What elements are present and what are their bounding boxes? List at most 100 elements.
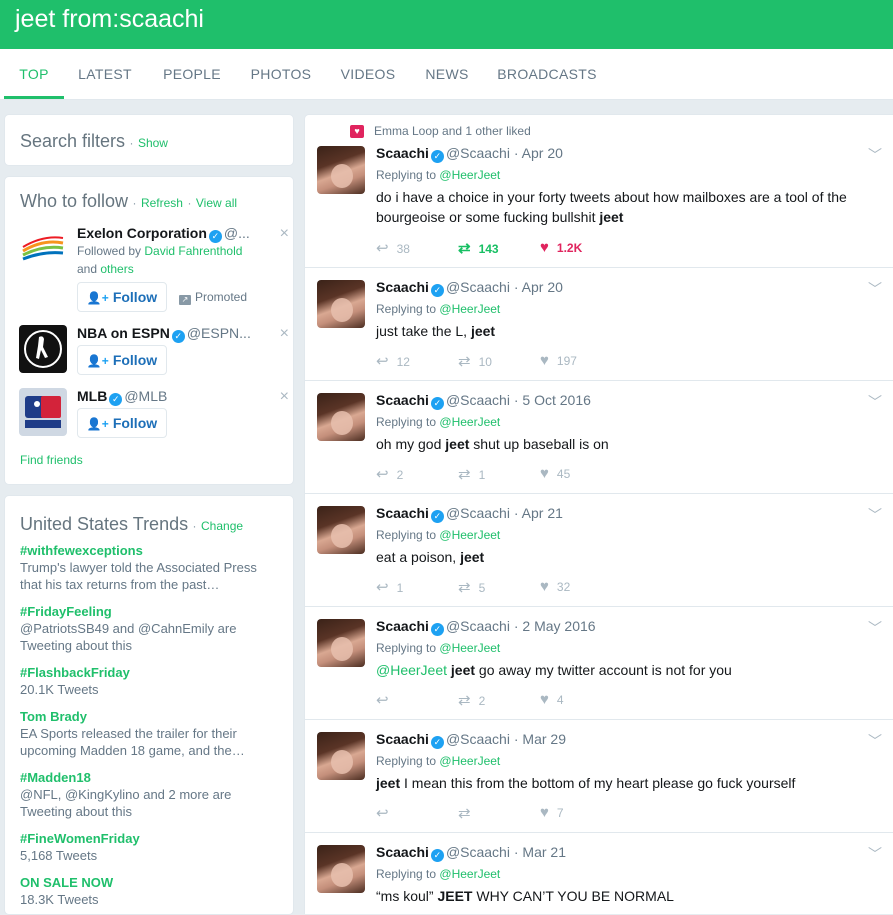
tweet-timestamp[interactable]: · Apr 21 bbox=[514, 505, 563, 521]
follow-button[interactable]: 👤+ Follow bbox=[77, 282, 167, 312]
exelon-logo-avatar[interactable] bbox=[19, 225, 67, 273]
tweet-author-handle[interactable]: @Scaachi bbox=[446, 844, 510, 860]
retweet-button[interactable]: ⇄ 5 bbox=[458, 578, 485, 596]
like-button[interactable]: ♥ 32 bbox=[540, 578, 570, 595]
replying-to-link[interactable]: @HeerJeet bbox=[439, 302, 500, 316]
trend-name[interactable]: #FineWomenFriday bbox=[20, 830, 280, 847]
avatar[interactable] bbox=[317, 506, 365, 554]
replying-to-link[interactable]: @HeerJeet bbox=[439, 641, 500, 655]
tweet-author-name[interactable]: Scaachi bbox=[376, 844, 429, 860]
tab-news[interactable]: NEWS bbox=[418, 49, 476, 99]
tweet[interactable]: Scaachi ✓ @Scaachi · 2 May 2016 ﹀ Replying… bbox=[305, 607, 893, 720]
trend-name[interactable]: #FlashbackFriday bbox=[20, 664, 280, 681]
retweet-button[interactable]: ⇄ bbox=[458, 804, 479, 822]
tweet-author-name[interactable]: Scaachi bbox=[376, 731, 429, 747]
trend-item[interactable]: ON SALE NOW 18.3K Tweets bbox=[20, 874, 280, 908]
replying-to-link[interactable]: @HeerJeet bbox=[439, 168, 500, 182]
retweet-button[interactable]: ⇄ 1 bbox=[458, 465, 485, 483]
tab-videos[interactable]: VIDEOS bbox=[334, 49, 402, 99]
like-button[interactable]: ♥ 45 bbox=[540, 465, 570, 482]
reply-button[interactable]: ↩ bbox=[376, 804, 397, 822]
trend-name[interactable]: #FridayFeeling bbox=[20, 603, 280, 620]
followed-by-user-link[interactable]: David Fahrenthold bbox=[144, 244, 242, 258]
tab-photos[interactable]: PHOTOS bbox=[244, 49, 318, 99]
chevron-down-icon[interactable]: ﹀ bbox=[868, 505, 882, 525]
chevron-down-icon[interactable]: ﹀ bbox=[868, 392, 882, 412]
replying-to-link[interactable]: @HeerJeet bbox=[439, 528, 500, 542]
tab-top[interactable]: TOP bbox=[4, 49, 64, 99]
retweet-button[interactable]: ⇄ 10 bbox=[458, 352, 492, 370]
close-icon[interactable]: × bbox=[280, 388, 289, 406]
avatar[interactable] bbox=[317, 146, 365, 194]
tweet-timestamp[interactable]: · 5 Oct 2016 bbox=[514, 392, 591, 408]
like-button[interactable]: ♥ 197 bbox=[540, 352, 577, 369]
tweet-author-handle[interactable]: @Scaachi bbox=[446, 731, 510, 747]
tweet-author-handle[interactable]: @Scaachi bbox=[446, 618, 510, 634]
avatar[interactable] bbox=[317, 845, 365, 893]
refresh-link[interactable]: Refresh bbox=[141, 196, 183, 210]
trend-item[interactable]: #FlashbackFriday 20.1K Tweets bbox=[20, 664, 280, 698]
chevron-down-icon[interactable]: ﹀ bbox=[868, 145, 882, 165]
tab-latest[interactable]: LATEST bbox=[72, 49, 138, 99]
trend-name[interactable]: Tom Brady bbox=[20, 708, 280, 725]
avatar[interactable] bbox=[317, 619, 365, 667]
mlb-avatar[interactable] bbox=[19, 388, 67, 436]
retweet-button[interactable]: ⇄ 2 bbox=[458, 691, 485, 709]
trend-item[interactable]: #FridayFeeling @PatriotsSB49 and @CahnEm… bbox=[20, 603, 280, 654]
tweet-author-name[interactable]: Scaachi bbox=[376, 279, 429, 295]
follow-button[interactable]: 👤+ Follow bbox=[77, 408, 167, 438]
replying-to-link[interactable]: @HeerJeet bbox=[439, 415, 500, 429]
tweet-author-name[interactable]: Scaachi bbox=[376, 505, 429, 521]
tweet[interactable]: Scaachi ✓ @Scaachi · Apr 21 ﹀ Replying to … bbox=[305, 494, 893, 607]
avatar[interactable] bbox=[317, 732, 365, 780]
avatar[interactable] bbox=[317, 280, 365, 328]
nba-espn-avatar[interactable] bbox=[19, 325, 67, 373]
tweet[interactable]: Scaachi ✓ @Scaachi · 5 Oct 2016 ﹀ Replying… bbox=[305, 381, 893, 494]
suggested-user-name[interactable]: Exelon Corporation ✓ @... bbox=[77, 225, 257, 243]
trend-item[interactable]: #Madden18 @NFL, @KingKylino and 2 more a… bbox=[20, 769, 280, 820]
tweet-author-name[interactable]: Scaachi bbox=[376, 618, 429, 634]
tab-people[interactable]: PEOPLE bbox=[156, 49, 228, 99]
tab-broadcasts[interactable]: BROADCASTS bbox=[492, 49, 602, 99]
tweet-author-handle[interactable]: @Scaachi bbox=[446, 145, 510, 161]
retweet-button[interactable]: ⇄ 143 bbox=[458, 239, 499, 257]
others-link[interactable]: others bbox=[100, 262, 133, 276]
search-filters-show-link[interactable]: Show bbox=[138, 136, 168, 150]
trend-item[interactable]: #withfewexceptions Trump's lawyer told t… bbox=[20, 542, 280, 593]
trend-name[interactable]: ON SALE NOW bbox=[20, 874, 280, 891]
chevron-down-icon[interactable]: ﹀ bbox=[868, 279, 882, 299]
replying-to-link[interactable]: @HeerJeet bbox=[439, 867, 500, 881]
reply-button[interactable]: ↩ 12 bbox=[376, 352, 410, 370]
like-button[interactable]: ♥ 4 bbox=[540, 691, 564, 708]
social-context[interactable]: Emma Loop and 1 other liked bbox=[374, 124, 531, 138]
tweet[interactable]: Scaachi ✓ @Scaachi · Mar 29 ﹀ Replying to … bbox=[305, 720, 893, 833]
close-icon[interactable]: × bbox=[280, 225, 289, 243]
tweet[interactable]: Scaachi ✓ @Scaachi · Apr 20 ﹀ Replying to … bbox=[305, 268, 893, 381]
chevron-down-icon[interactable]: ﹀ bbox=[868, 844, 882, 864]
user-name[interactable]: Exelon Corporation bbox=[77, 225, 207, 241]
trend-item[interactable]: #FineWomenFriday 5,168 Tweets bbox=[20, 830, 280, 864]
tweet[interactable]: Scaachi ✓ @Scaachi · Mar 21 ﹀ Replying to … bbox=[305, 833, 893, 914]
tweet[interactable]: ♥ Emma Loop and 1 other liked Scaachi ✓ @S… bbox=[305, 115, 893, 268]
suggested-user-name[interactable]: NBA on ESPN ✓ @ESPN... bbox=[77, 325, 257, 343]
reply-button[interactable]: ↩ 38 bbox=[376, 239, 410, 257]
reply-button[interactable]: ↩ bbox=[376, 691, 397, 709]
tweet-author-name[interactable]: Scaachi bbox=[376, 145, 429, 161]
tweet-author-handle[interactable]: @Scaachi bbox=[446, 505, 510, 521]
trend-item[interactable]: Tom Brady EA Sports released the trailer… bbox=[20, 708, 280, 759]
tweet-author-name[interactable]: Scaachi bbox=[376, 392, 429, 408]
change-trends-link[interactable]: Change bbox=[201, 519, 243, 533]
tweet-timestamp[interactable]: · Apr 20 bbox=[514, 145, 563, 161]
find-friends-link[interactable]: Find friends bbox=[20, 453, 83, 467]
avatar[interactable] bbox=[317, 393, 365, 441]
close-icon[interactable]: × bbox=[280, 325, 289, 343]
like-button[interactable]: ♥ 1.2K bbox=[540, 239, 582, 256]
trend-name[interactable]: #Madden18 bbox=[20, 769, 280, 786]
tweet-timestamp[interactable]: · Mar 29 bbox=[514, 731, 566, 747]
mention-link[interactable]: @HeerJeet bbox=[376, 662, 447, 678]
trend-name[interactable]: #withfewexceptions bbox=[20, 542, 280, 559]
chevron-down-icon[interactable]: ﹀ bbox=[868, 731, 882, 751]
user-name[interactable]: MLB bbox=[77, 388, 107, 404]
tweet-author-handle[interactable]: @Scaachi bbox=[446, 392, 510, 408]
tweet-timestamp[interactable]: · Apr 20 bbox=[514, 279, 563, 295]
